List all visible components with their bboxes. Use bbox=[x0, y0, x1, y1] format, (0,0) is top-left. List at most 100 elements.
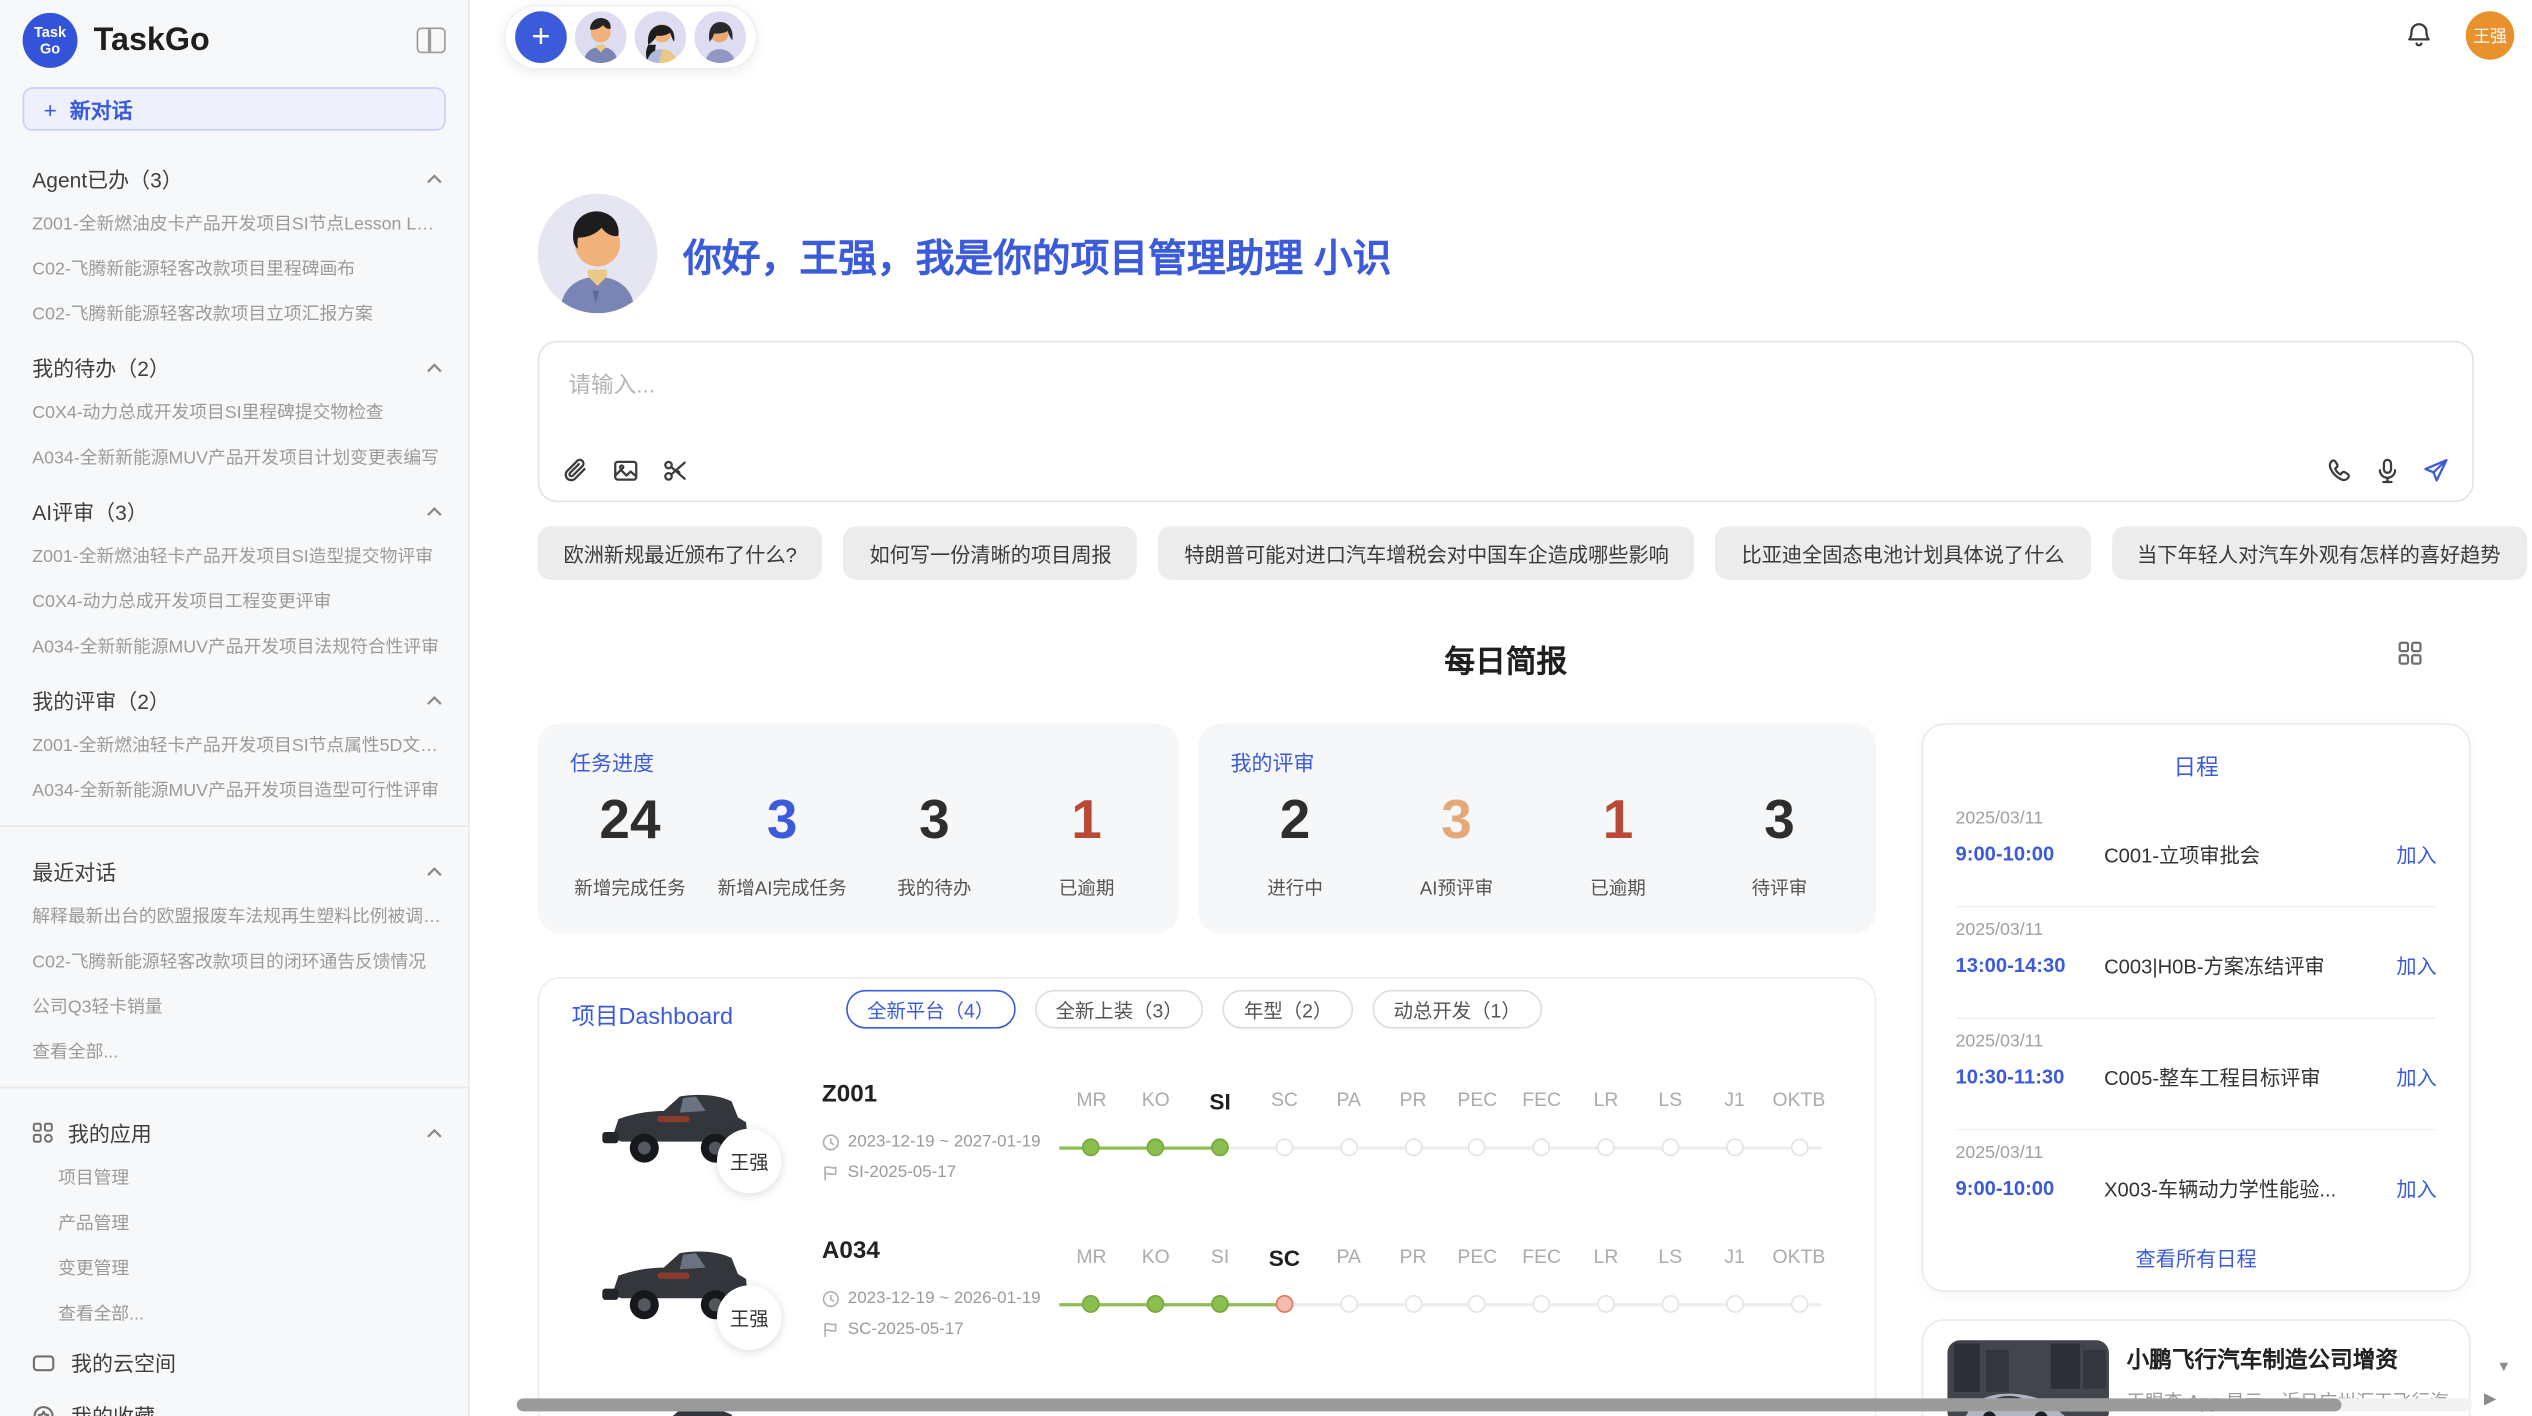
list-item[interactable]: A034-全新新能源MUV产品开发项目造型可行性评审 bbox=[0, 767, 468, 812]
schedule-name: C003|H0B-方案冻结评审 bbox=[2104, 949, 2383, 980]
chevron-up-icon[interactable] bbox=[426, 506, 442, 516]
join-link[interactable]: 加入 bbox=[2396, 838, 2436, 869]
section-title: Agent已办（3） bbox=[32, 163, 426, 194]
schedule-date: 2025/03/11 bbox=[1956, 796, 2437, 828]
milestone-label: J1 bbox=[1702, 1245, 1766, 1271]
schedule-name: X003-车辆动力学性能验... bbox=[2104, 1172, 2383, 1203]
timeline-dots bbox=[1059, 1295, 1831, 1313]
new-chat-button[interactable]: + 新对话 bbox=[23, 87, 446, 131]
assistant-avatar bbox=[538, 194, 657, 313]
list-item[interactable]: C0X4-动力总成开发项目SI里程碑提交物检查 bbox=[0, 389, 468, 434]
chevron-up-icon[interactable] bbox=[426, 866, 442, 876]
chevron-up-icon[interactable] bbox=[426, 695, 442, 705]
milestone-label: PR bbox=[1381, 1088, 1445, 1114]
list-item[interactable]: 解释最新出台的欧盟报废车法规再生塑料比例被调至15%... bbox=[0, 893, 468, 938]
schedule-date: 2025/03/11 bbox=[1956, 1130, 2437, 1162]
section-ai-review[interactable]: AI评审（3） bbox=[0, 480, 468, 533]
list-item[interactable]: C0X4-动力总成开发项目工程变更评审 bbox=[0, 578, 468, 623]
join-link[interactable]: 加入 bbox=[2396, 1061, 2436, 1092]
project-name: Z001 bbox=[822, 1080, 877, 1107]
phone-icon[interactable] bbox=[2325, 457, 2352, 484]
milestone-label: LR bbox=[1574, 1245, 1638, 1271]
grid-icon bbox=[32, 1122, 53, 1143]
milestone-label: PA bbox=[1317, 1245, 1381, 1271]
chat-input-box[interactable]: 请输入... bbox=[538, 341, 2474, 502]
notification-bell-icon[interactable] bbox=[2406, 21, 2432, 48]
microphone-icon[interactable] bbox=[2374, 457, 2401, 484]
milestone-label: PA bbox=[1317, 1088, 1381, 1114]
view-all-schedule-link[interactable]: 查看所有日程 bbox=[1923, 1242, 2469, 1273]
filter-chip[interactable]: 全新平台（4） bbox=[846, 990, 1015, 1029]
view-all-apps[interactable]: 查看全部... bbox=[0, 1290, 468, 1335]
horizontal-scrollbar-thumb[interactable] bbox=[517, 1398, 2342, 1411]
list-item[interactable]: C02-飞腾新能源轻客改款项目立项汇报方案 bbox=[0, 291, 468, 336]
suggestion-chip[interactable]: 当下年轻人对汽车外观有怎样的喜好趋势 bbox=[2111, 526, 2526, 579]
filter-chip[interactable]: 全新上装（3） bbox=[1035, 990, 1204, 1029]
list-item[interactable]: A034-全新新能源MUV产品开发项目计划变更表编写 bbox=[0, 434, 468, 479]
scroll-down-arrow-icon[interactable]: ▼ bbox=[2497, 1358, 2511, 1374]
project-flag: SI-2025-05-17 bbox=[822, 1163, 956, 1182]
add-agent-button[interactable]: + bbox=[515, 11, 567, 63]
project-owner-badge: 王强 bbox=[717, 1285, 782, 1350]
suggestion-chip[interactable]: 欧洲新规最近颁布了什么? bbox=[538, 526, 823, 579]
list-item[interactable]: Z001-全新燃油轻卡产品开发项目SI造型提交物评审 bbox=[0, 533, 468, 578]
user-avatar[interactable]: 王强 bbox=[2466, 11, 2514, 59]
list-item[interactable]: Z001-全新燃油皮卡产品开发项目SI节点Lesson Learn报告 bbox=[0, 200, 468, 245]
flag-icon bbox=[822, 1320, 840, 1338]
filter-chip[interactable]: 年型（2） bbox=[1223, 990, 1353, 1029]
chevron-up-icon[interactable] bbox=[426, 1128, 442, 1138]
section-agent-done[interactable]: Agent已办（3） bbox=[0, 147, 468, 200]
send-icon[interactable] bbox=[2422, 457, 2449, 484]
metric-value: 3 bbox=[1441, 785, 1472, 856]
list-item[interactable]: 公司Q3轻卡销量 bbox=[0, 983, 468, 1028]
list-item[interactable]: Z001-全新燃油轻卡产品开发项目SI节点属性5D文件评审 bbox=[0, 722, 468, 767]
section-my-apps[interactable]: 我的应用 bbox=[0, 1101, 468, 1154]
agent-avatar[interactable] bbox=[635, 11, 687, 63]
schedule-date: 2025/03/11 bbox=[1956, 1019, 2437, 1051]
list-item[interactable]: C02-飞腾新能源轻客改款项目的闭环通告反馈情况 bbox=[0, 938, 468, 983]
milestone-label: PEC bbox=[1445, 1245, 1509, 1271]
suggestion-chip[interactable]: 如何写一份清晰的项目周报 bbox=[844, 526, 1138, 579]
image-icon[interactable] bbox=[612, 457, 639, 484]
schedule-item: 2025/03/11 13:00-14:30 C003|H0B-方案冻结评审 加… bbox=[1956, 908, 2437, 1011]
scissors-icon[interactable] bbox=[662, 457, 689, 484]
list-item[interactable]: C02-飞腾新能源轻客改款项目里程碑画布 bbox=[0, 245, 468, 290]
sidebar-item-favorites[interactable]: 我的收藏 bbox=[0, 1389, 468, 1416]
chevron-up-icon[interactable] bbox=[426, 363, 442, 373]
agent-avatar[interactable] bbox=[575, 11, 627, 63]
sidebar-item-product-mgmt[interactable]: 产品管理 bbox=[0, 1200, 468, 1245]
milestone-label: FEC bbox=[1510, 1088, 1574, 1114]
section-recent-chats[interactable]: 最近对话 bbox=[0, 840, 468, 893]
milestone-label: PR bbox=[1381, 1245, 1445, 1271]
sidebar-item-change-mgmt[interactable]: 变更管理 bbox=[0, 1245, 468, 1290]
milestone-label: FEC bbox=[1510, 1245, 1574, 1271]
greeting-row: 你好，王强，我是你的项目管理助理 小识 bbox=[538, 194, 1392, 313]
horizontal-scrollbar[interactable] bbox=[517, 1398, 2473, 1411]
sidebar-collapse-icon[interactable] bbox=[417, 27, 446, 53]
schedule-item: 2025/03/11 9:00-10:00 X003-车辆动力学性能验... 加… bbox=[1956, 1130, 2437, 1233]
section-my-review[interactable]: 我的评审（2） bbox=[0, 669, 468, 722]
sidebar-item-cloud-space[interactable]: 我的云空间 bbox=[0, 1335, 468, 1388]
project-row[interactable]: 王强 Z001 2023-12-19 ~ 2027-01-19 SI-2025-… bbox=[539, 1067, 1874, 1224]
section-title: 我的应用 bbox=[68, 1117, 426, 1148]
filter-chip[interactable]: 动总开发（1） bbox=[1373, 990, 1542, 1029]
section-my-todo[interactable]: 我的待办（2） bbox=[0, 336, 468, 389]
card-title: 任务进度 bbox=[570, 746, 654, 777]
clock-icon bbox=[822, 1133, 840, 1151]
sidebar-item-project-mgmt[interactable]: 项目管理 bbox=[0, 1155, 468, 1200]
scroll-right-arrow-icon[interactable]: ▶ bbox=[2484, 1390, 2496, 1408]
project-row[interactable]: 王强 A034 2023-12-19 ~ 2026-01-19 SC-2025-… bbox=[539, 1224, 1874, 1381]
join-link[interactable]: 加入 bbox=[2396, 1172, 2436, 1203]
metric-value: 3 bbox=[919, 785, 950, 856]
suggestion-chip[interactable]: 比亚迪全固态电池计划具体说了什么 bbox=[1716, 526, 2091, 579]
metric-value: 1 bbox=[1603, 785, 1634, 856]
view-all-recent[interactable]: 查看全部... bbox=[0, 1029, 468, 1074]
chevron-up-icon[interactable] bbox=[426, 174, 442, 184]
attachment-icon[interactable] bbox=[562, 457, 589, 484]
suggestion-chip[interactable]: 特朗普可能对进口汽车增税会对中国车企造成哪些影响 bbox=[1159, 526, 1695, 579]
join-link[interactable]: 加入 bbox=[2396, 949, 2436, 980]
list-item[interactable]: A034-全新新能源MUV产品开发项目法规符合性评审 bbox=[0, 623, 468, 668]
milestone-label: SC bbox=[1252, 1088, 1316, 1114]
layout-grid-icon[interactable] bbox=[2398, 641, 2422, 665]
agent-avatar[interactable] bbox=[694, 11, 746, 63]
